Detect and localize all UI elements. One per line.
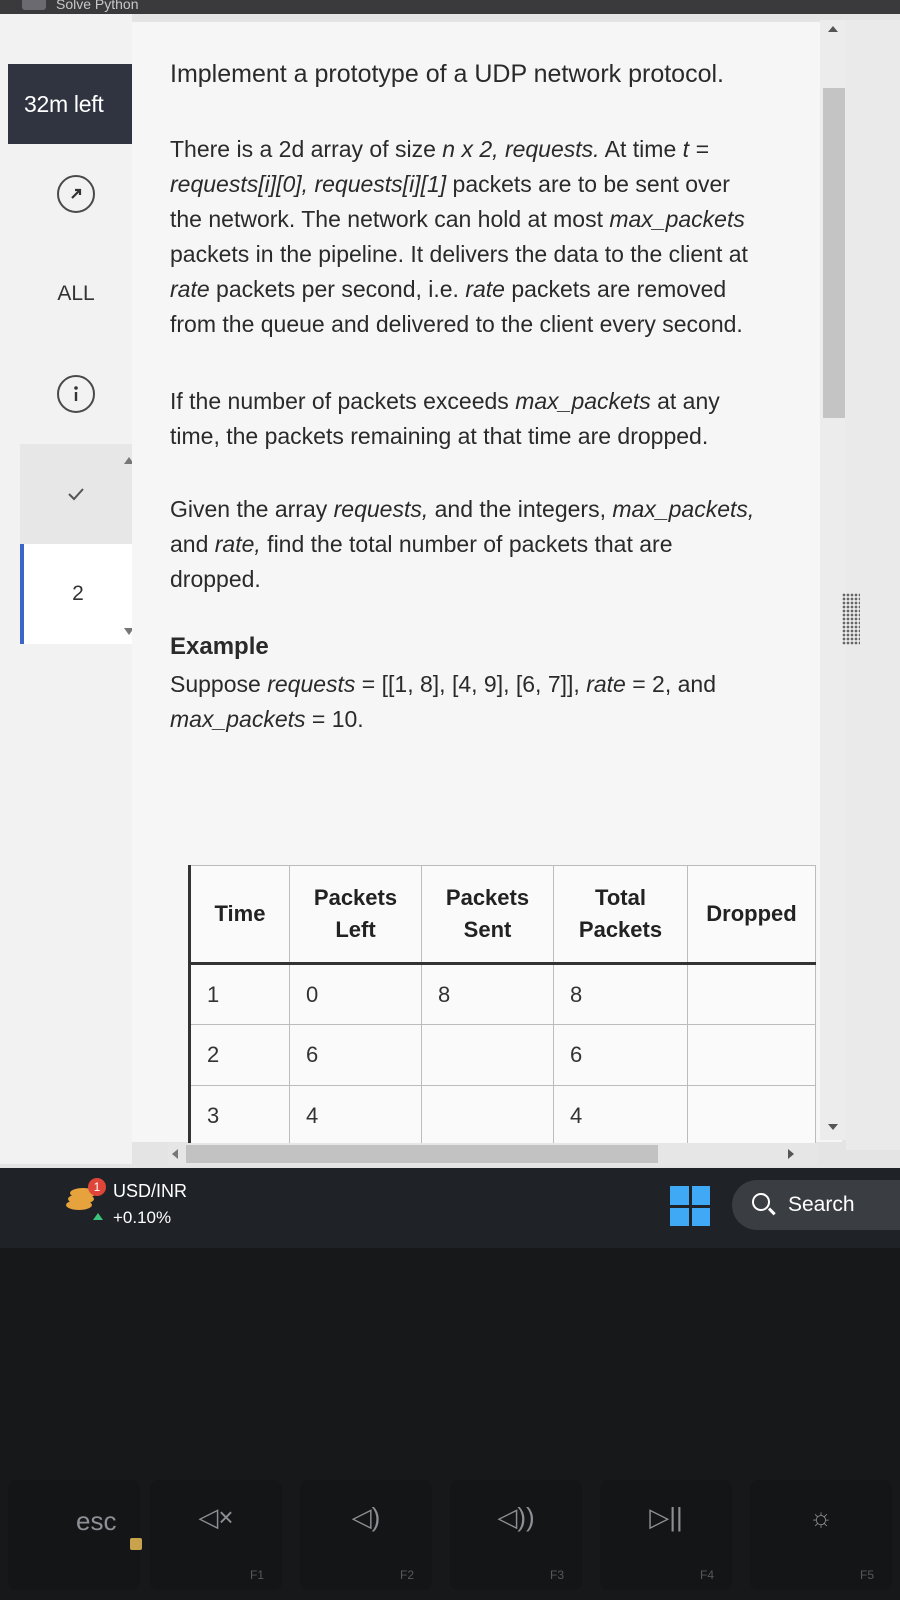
table-cell bbox=[687, 1024, 816, 1086]
mute-icon: ◁× bbox=[198, 1502, 234, 1532]
table-header: Total Packets bbox=[553, 865, 688, 965]
screen: Solve Python 32m left ALL 2 Implement a … bbox=[0, 0, 900, 1250]
laptop-keyboard: esc ◁× F1 ◁) F2 ◁)) F3 ▷|| F4 ☼ F5 bbox=[0, 1248, 900, 1600]
widget-title[interactable]: USD/INR bbox=[113, 1181, 187, 1202]
table-header-row: Time Packets Left Packets Sent Total Packet… bbox=[188, 865, 816, 965]
search-label: Search bbox=[788, 1193, 855, 1216]
problem-title: Implement a prototype of a UDP network p… bbox=[170, 60, 724, 88]
table-cell: 3 bbox=[188, 1085, 290, 1147]
time-remaining: 32m left bbox=[8, 64, 134, 144]
example-text: Suppose requests = [[1, 8], [4, 9], [6, … bbox=[170, 671, 716, 732]
scroll-up-arrow-icon[interactable] bbox=[828, 26, 838, 32]
key-f1-mute[interactable]: ◁× F1 bbox=[150, 1480, 282, 1590]
vertical-scrollbar[interactable] bbox=[820, 20, 846, 1140]
table-row: 3 4 4 bbox=[188, 1085, 816, 1147]
table-row: 1 0 8 8 bbox=[188, 963, 816, 1025]
lock-icon bbox=[130, 1538, 142, 1550]
table-header: Packets Sent bbox=[421, 865, 554, 965]
check-icon bbox=[68, 488, 84, 501]
problem-statement: Implement a prototype of a UDP network p… bbox=[170, 58, 760, 737]
scroll-down-arrow-icon[interactable] bbox=[828, 1124, 838, 1130]
right-pane-edge bbox=[846, 20, 900, 1150]
question-sidebar: 32m left ALL 2 bbox=[0, 14, 134, 1164]
table-header: Dropped bbox=[687, 865, 816, 965]
table-cell: 4 bbox=[553, 1085, 688, 1147]
trend-up-icon bbox=[93, 1213, 103, 1220]
search-icon bbox=[752, 1193, 770, 1211]
vertical-scroll-thumb[interactable] bbox=[823, 88, 845, 418]
sidebar-pointer-item[interactable] bbox=[20, 144, 132, 244]
problem-paragraph-2: If the number of packets exceeds max_pac… bbox=[170, 388, 720, 449]
sidebar-question-current[interactable]: 2 bbox=[20, 544, 132, 644]
table-cell bbox=[421, 1024, 554, 1086]
widget-change: +0.10% bbox=[113, 1208, 172, 1227]
horizontal-scrollbar[interactable] bbox=[168, 1143, 818, 1165]
pointer-icon bbox=[57, 175, 95, 213]
problem-paragraph-3: Given the array requests, and the intege… bbox=[170, 496, 755, 592]
table-header: Packets Left bbox=[289, 865, 422, 965]
scroll-left-arrow-icon[interactable] bbox=[172, 1149, 178, 1159]
windows-start-icon[interactable] bbox=[670, 1186, 710, 1226]
key-f4-play-pause[interactable]: ▷|| F4 bbox=[600, 1480, 732, 1590]
key-f2-volume-down[interactable]: ◁) F2 bbox=[300, 1480, 432, 1590]
volume-down-icon: ◁) bbox=[351, 1502, 381, 1532]
volume-up-icon: ◁)) bbox=[497, 1502, 535, 1532]
table-cell: 6 bbox=[289, 1024, 422, 1086]
table-cell: 8 bbox=[553, 963, 688, 1025]
sidebar-question-1[interactable] bbox=[20, 444, 132, 544]
pane-resize-handle-icon[interactable] bbox=[842, 593, 860, 645]
scroll-right-arrow-icon[interactable] bbox=[788, 1149, 794, 1159]
table-cell bbox=[687, 963, 816, 1025]
tab-favicon-icon bbox=[22, 0, 46, 10]
table-row: 2 6 6 bbox=[188, 1024, 816, 1086]
sidebar-info-item[interactable] bbox=[20, 344, 132, 444]
tab-title[interactable]: Solve Python bbox=[56, 0, 139, 12]
table-cell: 0 bbox=[289, 963, 422, 1025]
notification-badge: 1 bbox=[88, 1178, 106, 1196]
taskbar-search[interactable]: Search bbox=[732, 1180, 900, 1230]
key-f5-backlight[interactable]: ☼ F5 bbox=[750, 1480, 892, 1590]
key-f3-volume-up[interactable]: ◁)) F3 bbox=[450, 1480, 582, 1590]
table-cell: 1 bbox=[188, 963, 290, 1025]
table-header: Time bbox=[188, 865, 290, 965]
play-pause-icon: ▷|| bbox=[649, 1502, 683, 1532]
table-cell: 4 bbox=[289, 1085, 422, 1147]
table-cell bbox=[687, 1085, 816, 1147]
table-cell: 6 bbox=[553, 1024, 688, 1086]
horizontal-scroll-thumb[interactable] bbox=[186, 1145, 658, 1163]
example-heading: Example bbox=[170, 633, 269, 660]
table-cell: 8 bbox=[421, 963, 554, 1025]
example-table: Time Packets Left Packets Sent Total Packet… bbox=[188, 865, 816, 1147]
taskbar: 1 USD/INR +0.10% Search bbox=[0, 1168, 900, 1248]
backlight-icon: ☼ bbox=[809, 1502, 833, 1532]
info-icon bbox=[57, 375, 95, 413]
table-cell: 2 bbox=[188, 1024, 290, 1086]
table-cell bbox=[421, 1085, 554, 1147]
browser-top-bar: Solve Python bbox=[0, 0, 900, 14]
problem-paragraph-1: There is a 2d array of size n x 2, reque… bbox=[170, 136, 748, 337]
key-esc[interactable]: esc bbox=[8, 1480, 142, 1590]
sidebar-filter-all[interactable]: ALL bbox=[20, 244, 132, 344]
